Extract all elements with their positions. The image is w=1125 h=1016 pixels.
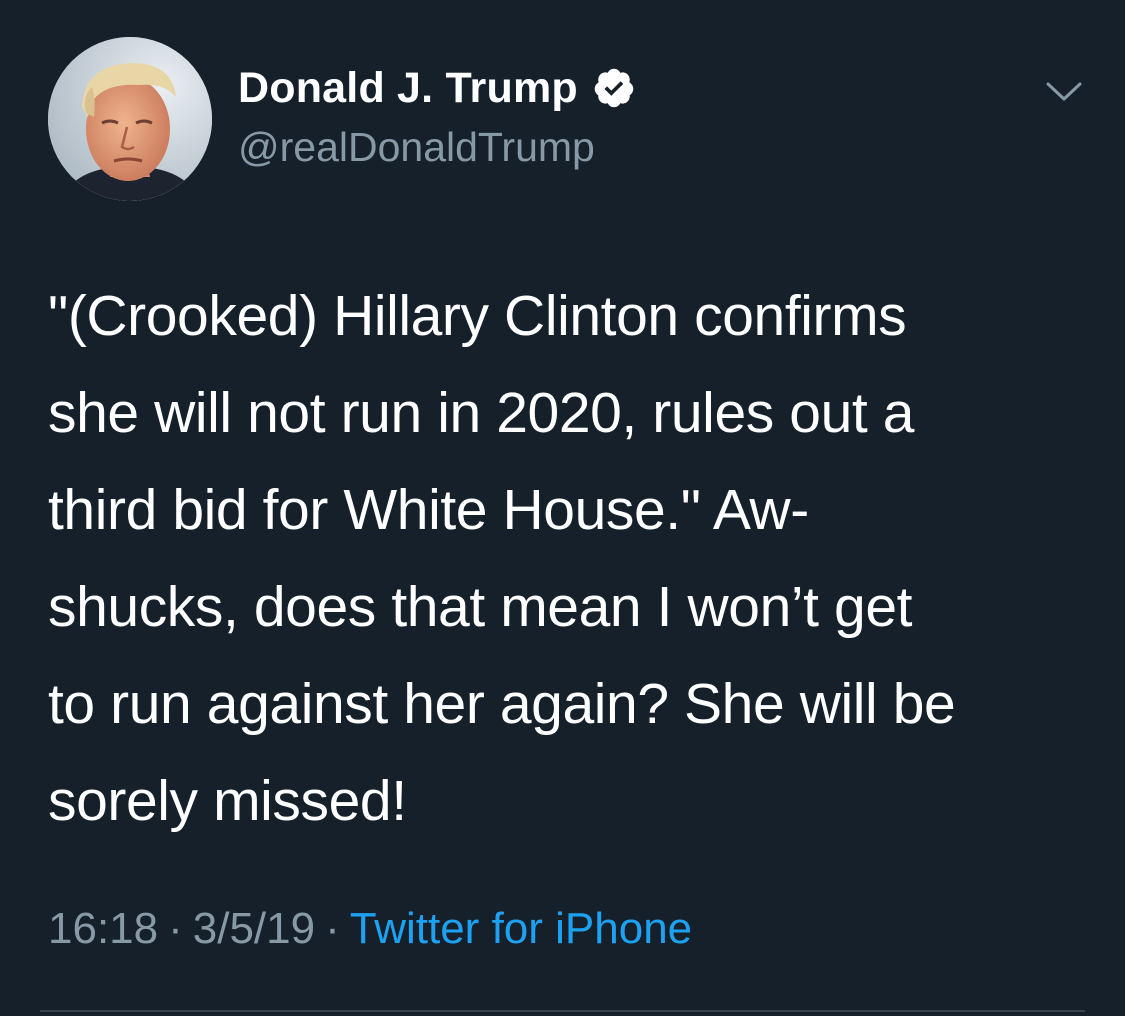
tweet-text-line: "(Crooked) Hillary Clinton confirms: [48, 284, 907, 348]
avatar[interactable]: [48, 37, 212, 201]
tweet-card: Donald J. Trump @realDonaldTrump "(Crook…: [0, 0, 1125, 1016]
tweet-text-line: third bid for White House." Aw-: [48, 478, 809, 542]
tweet-meta: 16:18 · 3/5/19 · Twitter for iPhone: [48, 904, 692, 954]
author-block[interactable]: Donald J. Trump @realDonaldTrump: [238, 62, 636, 171]
user-handle[interactable]: @realDonaldTrump: [238, 124, 636, 171]
tweet-date[interactable]: 3/5/19: [193, 904, 315, 953]
meta-separator: ·: [168, 904, 183, 953]
verified-badge-icon: [592, 66, 636, 110]
display-name[interactable]: Donald J. Trump: [238, 64, 578, 113]
avatar-photo: [48, 37, 212, 201]
tweet-source-link[interactable]: Twitter for iPhone: [350, 904, 692, 953]
divider: [40, 1010, 1085, 1012]
tweet-text-line: shucks, does that mean I won’t get: [48, 575, 913, 639]
tweet-text-line: to run against her again? She will be: [48, 672, 956, 736]
chevron-down-icon[interactable]: [1044, 78, 1084, 106]
tweet-text: "(Crooked) Hillary Clinton confirms she …: [48, 268, 1093, 850]
name-row: Donald J. Trump: [238, 62, 636, 114]
tweet-text-line: sorely missed!: [48, 769, 407, 833]
tweet-time[interactable]: 16:18: [48, 904, 158, 953]
meta-separator: ·: [325, 904, 340, 953]
tweet-text-line: she will not run in 2020, rules out a: [48, 381, 915, 445]
